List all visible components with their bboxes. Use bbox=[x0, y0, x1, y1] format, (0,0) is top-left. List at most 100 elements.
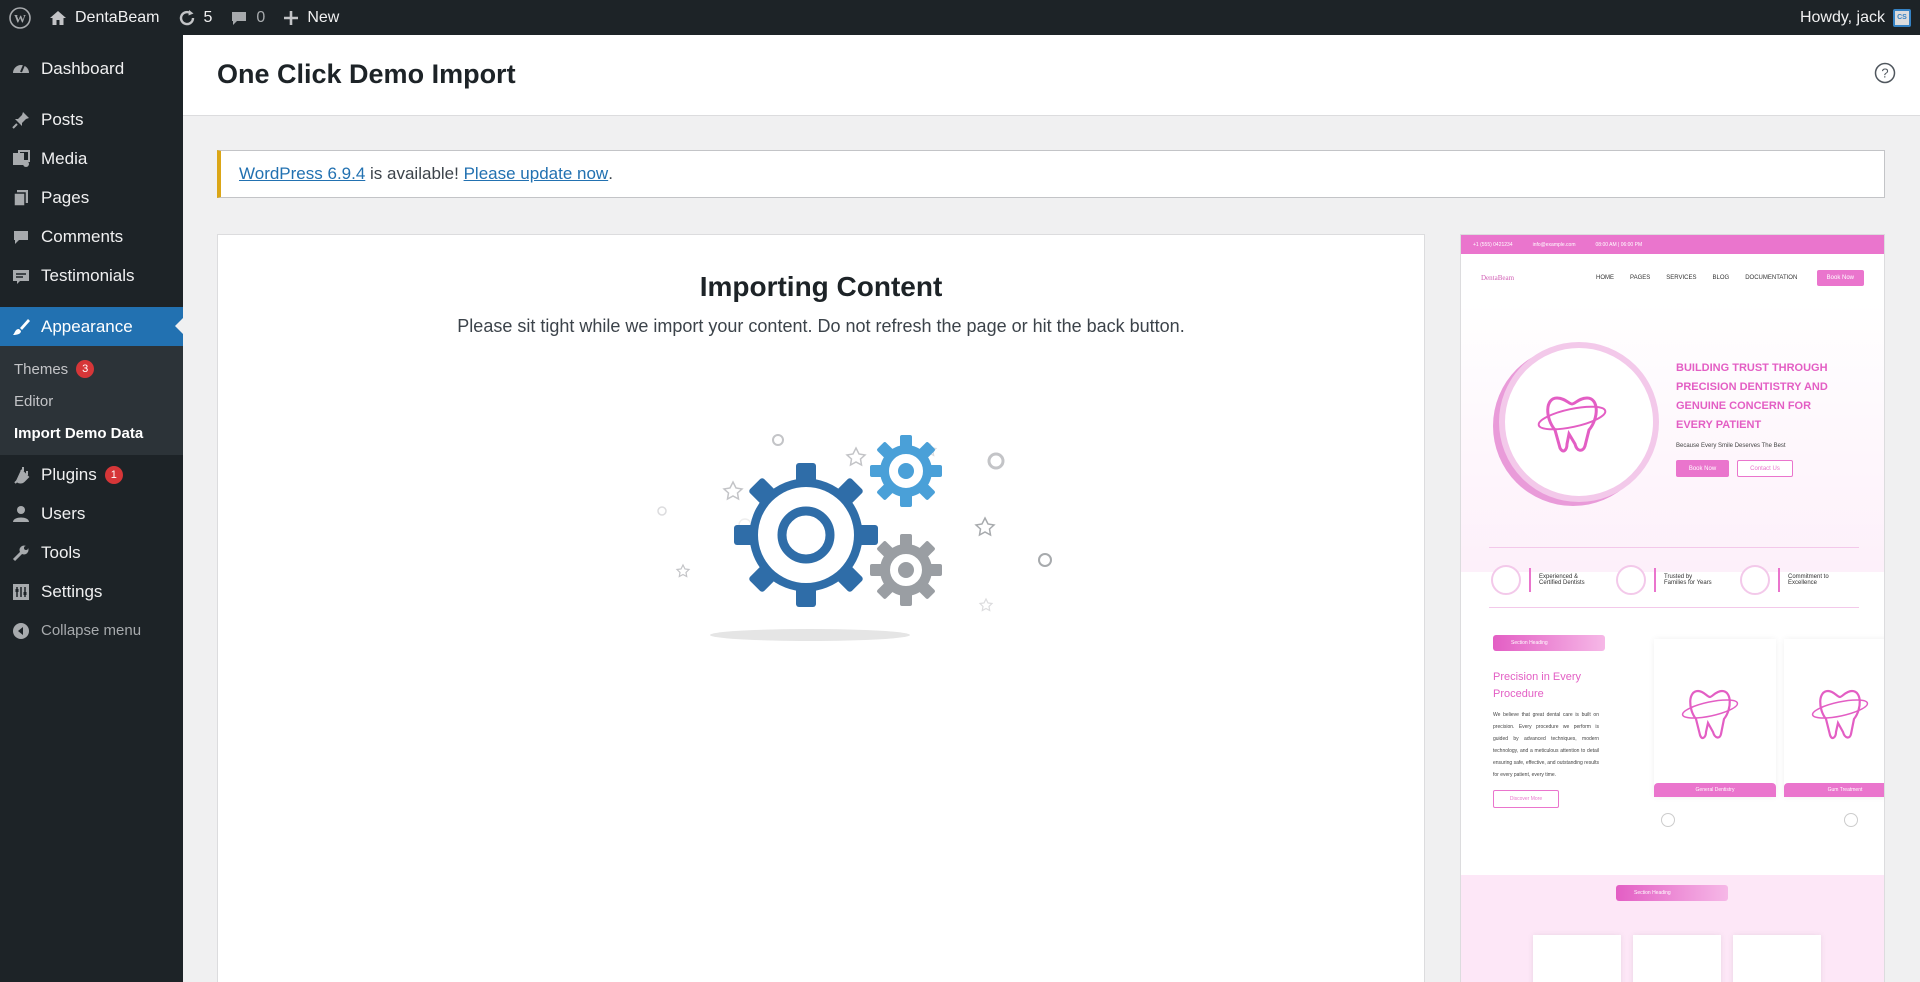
sidebar-item-label: Media bbox=[41, 148, 88, 168]
sidebar-item-label: Settings bbox=[41, 581, 103, 601]
comment-bubble-icon bbox=[230, 9, 248, 27]
sidebar-item-label: Appearance bbox=[41, 316, 133, 336]
sidebar-item-pages[interactable]: Pages bbox=[0, 178, 183, 217]
comment-icon bbox=[10, 226, 32, 248]
sidebar-item-tools[interactable]: Tools bbox=[0, 533, 183, 572]
appearance-submenu: Themes 3 Editor Import Demo Data bbox=[0, 346, 183, 455]
sidebar-item-posts[interactable]: Posts bbox=[0, 100, 183, 139]
preview-service-card: General Dentistry bbox=[1654, 639, 1776, 797]
submenu-item-themes[interactable]: Themes 3 bbox=[0, 353, 183, 385]
preview-email: info@example.com bbox=[1532, 241, 1576, 248]
collapse-menu-button[interactable]: Collapse menu bbox=[0, 611, 183, 650]
home-icon bbox=[49, 9, 67, 27]
importing-gears-illustration bbox=[558, 385, 1058, 685]
preview-hero-title: BUILDING TRUST THROUGH PRECISION DENTIST… bbox=[1676, 362, 1828, 431]
import-panel: Importing Content Please sit tight while… bbox=[217, 234, 1425, 982]
import-description: Please sit tight while we import your co… bbox=[457, 316, 1185, 336]
help-icon[interactable]: ? bbox=[1874, 62, 1896, 84]
sidebar-item-label: Posts bbox=[41, 109, 84, 129]
site-name-link[interactable]: DentaBeam bbox=[40, 0, 169, 35]
comments-count: 0 bbox=[256, 8, 266, 26]
preview-hero-book-button: Book Now bbox=[1676, 460, 1729, 477]
sidebar-item-label: Tools bbox=[41, 542, 81, 562]
preview-nav-item: SERVICES bbox=[1666, 275, 1697, 281]
sidebar-item-users[interactable]: Users bbox=[0, 494, 183, 533]
page-header: One Click Demo Import ? bbox=[183, 35, 1920, 116]
preview-nav-item: DOCUMENTATION bbox=[1745, 275, 1798, 281]
preview-nav: DentaBeam HOME PAGES SERVICES BLOG DOCUM… bbox=[1461, 254, 1884, 302]
submenu-item-import-demo-data[interactable]: Import Demo Data bbox=[0, 417, 183, 449]
sidebar-item-media[interactable]: Media bbox=[0, 139, 183, 178]
preview-feature: Trusted by Families for Years bbox=[1616, 565, 1714, 595]
new-label: New bbox=[307, 8, 340, 26]
sidebar-item-dashboard[interactable]: Dashboard bbox=[0, 49, 183, 88]
themes-update-badge: 3 bbox=[76, 360, 95, 378]
media-icon bbox=[10, 148, 32, 170]
page-title: One Click Demo Import bbox=[217, 59, 516, 89]
collapse-icon bbox=[10, 620, 32, 642]
submenu-item-editor[interactable]: Editor bbox=[0, 385, 183, 417]
preview-book-button: Book Now bbox=[1816, 270, 1864, 286]
plug-icon bbox=[10, 464, 32, 486]
notice-text: is available! bbox=[365, 164, 464, 183]
preview-card-label: General Dentistry bbox=[1654, 783, 1776, 797]
tooth-logo-icon bbox=[1499, 342, 1659, 502]
submenu-item-label: Themes bbox=[14, 360, 69, 378]
pages-icon bbox=[10, 187, 32, 209]
sidebar-item-comments[interactable]: Comments bbox=[0, 217, 183, 256]
updates-link[interactable]: 5 bbox=[169, 0, 222, 35]
svg-text:?: ? bbox=[1881, 66, 1888, 81]
notice-end: . bbox=[608, 164, 613, 183]
preview-phone: +1 (555) 0421234 bbox=[1473, 241, 1513, 248]
sidebar-item-settings[interactable]: Settings bbox=[0, 572, 183, 611]
wrench-icon bbox=[10, 542, 32, 564]
settings-icon bbox=[10, 581, 32, 603]
preview-card-label: Gum Treatment bbox=[1784, 783, 1884, 797]
sidebar-item-label: Collapse menu bbox=[41, 622, 142, 639]
brush-icon bbox=[10, 316, 32, 338]
dashboard-icon bbox=[10, 58, 32, 80]
theme-preview-image: +1 (555) 0421234 info@example.com 08:00 … bbox=[1460, 234, 1885, 982]
new-content-link[interactable]: New bbox=[274, 0, 348, 35]
preview-section-tag: Section Heading bbox=[1616, 885, 1728, 901]
preview-hours: 08:00 AM | 06:00 PM bbox=[1595, 241, 1643, 248]
updates-count: 5 bbox=[203, 8, 213, 26]
preview-logo: DentaBeam bbox=[1481, 274, 1515, 282]
wordpress-logo-icon[interactable]: W bbox=[0, 0, 40, 35]
plus-icon bbox=[283, 10, 299, 26]
plugins-update-badge: 1 bbox=[104, 465, 123, 484]
wordpress-version-link[interactable]: WordPress 6.9.4 bbox=[239, 164, 365, 184]
svg-text:W: W bbox=[14, 11, 26, 25]
sidebar-item-appearance[interactable]: Appearance bbox=[0, 307, 183, 346]
sidebar-item-plugins[interactable]: Plugins 1 bbox=[0, 455, 183, 494]
preview-nav-item: BLOG bbox=[1712, 275, 1730, 281]
update-now-link[interactable]: Please update now bbox=[464, 164, 609, 184]
sidebar-item-label: Comments bbox=[41, 226, 124, 246]
preview-procedure-title: Precision in Every Procedure bbox=[1493, 671, 1582, 700]
avatar[interactable]: CS bbox=[1893, 8, 1911, 27]
updates-icon bbox=[178, 9, 196, 27]
user-icon bbox=[10, 503, 32, 525]
preview-hero-contact-button: Contact Us bbox=[1737, 460, 1793, 477]
preview-nav-item: HOME bbox=[1596, 275, 1615, 281]
submenu-item-label: Import Demo Data bbox=[14, 424, 144, 442]
sidebar-item-testimonials[interactable]: Testimonials bbox=[0, 256, 183, 295]
comments-link[interactable]: 0 bbox=[221, 0, 274, 35]
sidebar-item-label: Plugins bbox=[41, 464, 97, 484]
update-notice: WordPress 6.9.4 is available! Please upd… bbox=[217, 150, 1885, 198]
preview-feature: Experienced & Certified Dentists bbox=[1491, 565, 1589, 595]
preview-topbar: +1 (555) 0421234 info@example.com 08:00 … bbox=[1461, 235, 1884, 254]
import-title: Importing Content bbox=[699, 271, 943, 302]
preview-discover-button: Discover More bbox=[1493, 790, 1559, 808]
howdy-user[interactable]: Howdy, jack bbox=[1800, 9, 1885, 27]
preview-hero: BUILDING TRUST THROUGH PRECISION DENTIST… bbox=[1461, 302, 1884, 572]
sidebar-item-label: Users bbox=[41, 503, 86, 523]
pin-icon bbox=[10, 109, 32, 131]
site-name: DentaBeam bbox=[75, 8, 160, 26]
sidebar-item-label: Pages bbox=[41, 187, 90, 207]
admin-bar: W DentaBeam 5 0 New Howdy, jack CS bbox=[0, 0, 1920, 35]
testimonial-icon bbox=[10, 265, 32, 287]
preview-feature: Commitment to Excellence bbox=[1740, 565, 1838, 595]
admin-sidebar: Dashboard Posts Media Pages Comments Tes… bbox=[0, 35, 183, 982]
sidebar-item-label: Testimonials bbox=[41, 265, 135, 285]
